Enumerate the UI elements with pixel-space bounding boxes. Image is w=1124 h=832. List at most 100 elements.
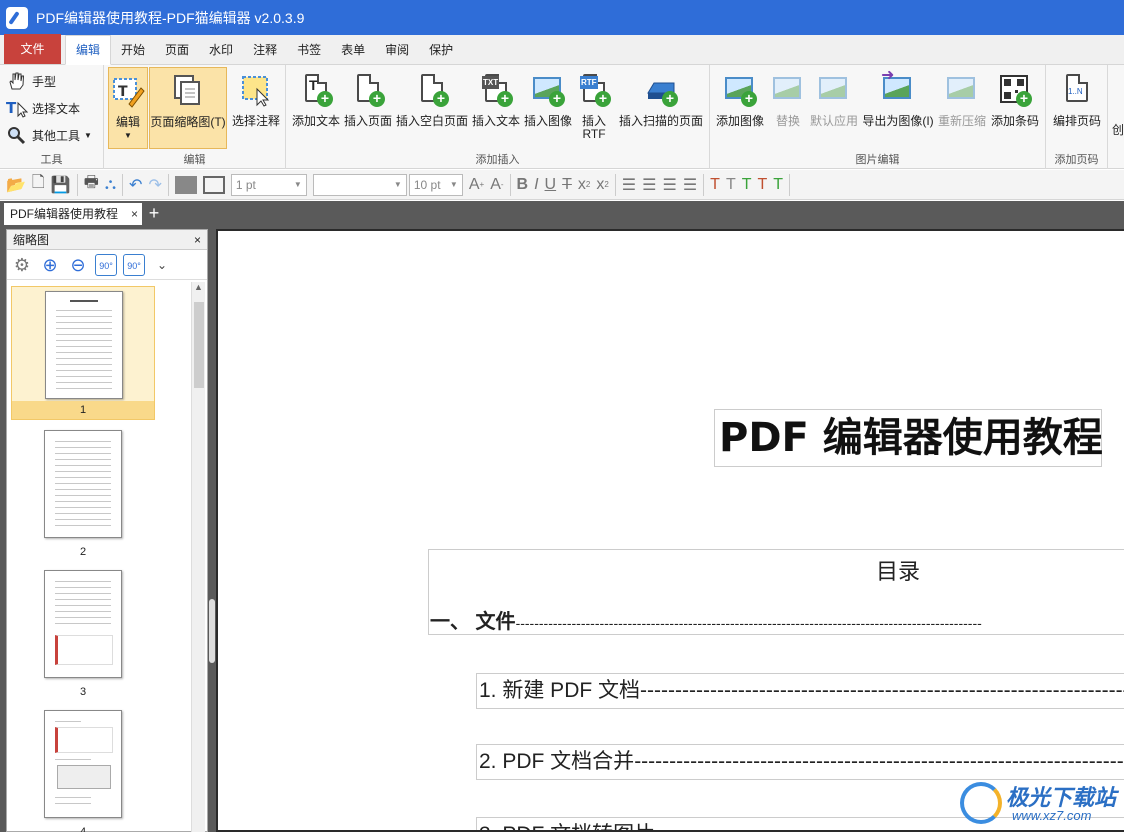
- splitter-grip[interactable]: [209, 599, 215, 663]
- menu-watermark[interactable]: 水印: [199, 36, 243, 64]
- panel-splitter[interactable]: [208, 229, 216, 832]
- add-text-label: 添加文本: [291, 114, 340, 128]
- other-tools-label: 其他工具: [32, 128, 81, 143]
- recompress-button[interactable]: 重新压缩: [936, 67, 988, 149]
- menu-page[interactable]: 页面: [155, 36, 199, 64]
- print-icon[interactable]: 🖶: [84, 174, 99, 196]
- align-center-icon[interactable]: ☰: [642, 174, 656, 196]
- insert-blank-page-button[interactable]: + 插入空白页面: [394, 67, 470, 149]
- thumbnail-panel-header: 缩略图 ×: [7, 230, 207, 250]
- page-thumbnail-button[interactable]: 页面缩略图(T): [149, 67, 227, 149]
- scan-icon[interactable]: ⛬: [105, 174, 116, 196]
- thumbnail-panel-title: 缩略图: [13, 233, 50, 247]
- rotate-right-icon[interactable]: 90°: [123, 253, 145, 276]
- text-highlight-icon[interactable]: T: [758, 174, 768, 196]
- menu-edit[interactable]: 编辑: [65, 35, 112, 65]
- thumbnail-page[interactable]: 2: [11, 426, 155, 560]
- menu-bookmark[interactable]: 书签: [287, 36, 331, 64]
- menu-start[interactable]: 开始: [111, 36, 155, 64]
- scroll-up-icon[interactable]: ▲: [192, 282, 205, 296]
- insert-text-button[interactable]: TXT + 插入文本: [470, 67, 522, 149]
- font-name-select[interactable]: ▼: [312, 173, 407, 196]
- text-check-icon[interactable]: T: [742, 174, 752, 196]
- text-box-icon[interactable]: T: [726, 174, 736, 196]
- document-title[interactable]: PDF 编辑器使用教程: [714, 409, 1103, 467]
- insert-rtf-button[interactable]: RTF + 插入 RTF: [574, 67, 614, 149]
- add-image-icon: +: [723, 73, 757, 107]
- recompress-icon: [945, 73, 979, 107]
- align-right-icon[interactable]: ☰: [662, 174, 676, 196]
- redo-icon[interactable]: ↷: [148, 174, 161, 196]
- truncated-button-label[interactable]: 创: [1112, 121, 1124, 138]
- toolbar-divider: [614, 173, 616, 196]
- insert-scanned-page-label: 插入扫描的页面: [618, 114, 703, 128]
- more-chevron-icon[interactable]: ⌄: [151, 254, 173, 276]
- bold-icon[interactable]: B: [517, 174, 529, 196]
- edit-button[interactable]: T 编辑 ▼: [108, 67, 148, 149]
- menu-protect[interactable]: 保护: [419, 36, 463, 64]
- insert-page-button[interactable]: + 插入页面: [342, 67, 394, 149]
- strikethrough-icon[interactable]: T: [562, 174, 572, 196]
- add-text-button[interactable]: T + 添加文本: [290, 67, 342, 149]
- other-tools-dropdown[interactable]: 其他工具 ▼: [6, 125, 92, 145]
- insert-scanned-page-button[interactable]: + 插入扫描的页面: [616, 67, 706, 149]
- default-apply-button[interactable]: 默认应用: [808, 67, 860, 149]
- select-annotation-button[interactable]: 选择注释: [228, 67, 284, 149]
- zoom-out-icon[interactable]: ⊖: [67, 254, 89, 276]
- select-text-tool[interactable]: T 选择文本: [6, 98, 80, 118]
- add-image-button[interactable]: + 添加图像: [714, 67, 766, 149]
- text-format-icon[interactable]: T: [710, 174, 720, 196]
- hand-icon: [6, 71, 26, 91]
- text-approve-icon[interactable]: T: [773, 174, 783, 196]
- superscript-icon[interactable]: x2: [596, 174, 608, 196]
- chevron-down-icon: ▼: [84, 130, 92, 140]
- document-view[interactable]: PDF 编辑器使用教程 目录 一、 文件--------------------…: [216, 229, 1124, 832]
- thumbnail-page[interactable]: 3: [11, 566, 155, 700]
- stroke-color-icon[interactable]: [202, 175, 225, 194]
- thumbnail-scrollbar[interactable]: ▲: [191, 282, 205, 832]
- scrollbar-thumb[interactable]: [194, 302, 204, 388]
- align-justify-icon[interactable]: ☰: [683, 174, 697, 196]
- thumbnail-page[interactable]: 4: [11, 706, 155, 832]
- align-left-icon[interactable]: ☰: [622, 174, 636, 196]
- close-icon[interactable]: ×: [194, 230, 201, 250]
- toc-entry[interactable]: 1. 新建 PDF 文档----------------------------…: [476, 673, 1124, 709]
- italic-icon[interactable]: I: [534, 174, 538, 196]
- edit-page-number-button[interactable]: 1..N 编排页码: [1050, 67, 1104, 149]
- document-tab-bar: PDF编辑器使用教程 × +: [0, 201, 1124, 225]
- menu-file[interactable]: 文件: [4, 34, 61, 64]
- thumbnail-page[interactable]: 1: [11, 286, 155, 420]
- zoom-in-icon[interactable]: ⊕: [39, 254, 61, 276]
- rotate-left-icon[interactable]: 90°: [95, 253, 117, 276]
- document-tab[interactable]: PDF编辑器使用教程 ×: [4, 203, 142, 225]
- font-size-select[interactable]: 10 pt ▼: [408, 173, 463, 196]
- hand-tool[interactable]: 手型: [6, 71, 56, 91]
- new-document-icon[interactable]: 🗋: [32, 174, 45, 196]
- svg-text:T: T: [6, 99, 17, 117]
- line-width-select[interactable]: 1 pt ▼: [230, 173, 307, 196]
- open-folder-icon[interactable]: 📂: [6, 174, 26, 196]
- watermark-logo-icon: [960, 782, 1002, 824]
- add-barcode-button[interactable]: + 添加条码: [988, 67, 1042, 149]
- window-title: PDF编辑器使用教程-PDF猫编辑器 v2.0.3.9: [36, 9, 305, 26]
- settings-gear-icon[interactable]: ⚙: [11, 254, 33, 276]
- menu-form[interactable]: 表单: [331, 36, 375, 64]
- thumbnail-panel: 缩略图 × ⚙ ⊕ ⊖ 90° 90° ⌄ 1 2 3 4 ▲: [6, 229, 208, 832]
- save-icon[interactable]: 💾: [51, 174, 71, 196]
- close-icon[interactable]: ×: [131, 203, 138, 225]
- select-annotation-label: 选择注释: [231, 114, 280, 128]
- insert-image-button[interactable]: + 插入图像: [522, 67, 574, 149]
- underline-icon[interactable]: U: [545, 174, 557, 196]
- subscript-icon[interactable]: x2: [578, 174, 590, 196]
- toc-entry[interactable]: 2. PDF 文档合并-----------------------------…: [476, 744, 1124, 780]
- replace-button[interactable]: 替换: [768, 67, 808, 149]
- insert-rtf-icon: RTF +: [577, 73, 611, 107]
- menu-review[interactable]: 审阅: [375, 36, 419, 64]
- fill-color-icon[interactable]: [174, 175, 197, 194]
- increase-font-icon[interactable]: A +: [469, 174, 484, 196]
- menu-annotate[interactable]: 注释: [243, 36, 287, 64]
- undo-icon[interactable]: ↶: [129, 174, 142, 196]
- export-as-image-button[interactable]: ➜ 导出为图像(I): [860, 67, 936, 149]
- add-tab-icon[interactable]: +: [146, 203, 162, 223]
- decrease-font-icon[interactable]: A-: [490, 174, 503, 196]
